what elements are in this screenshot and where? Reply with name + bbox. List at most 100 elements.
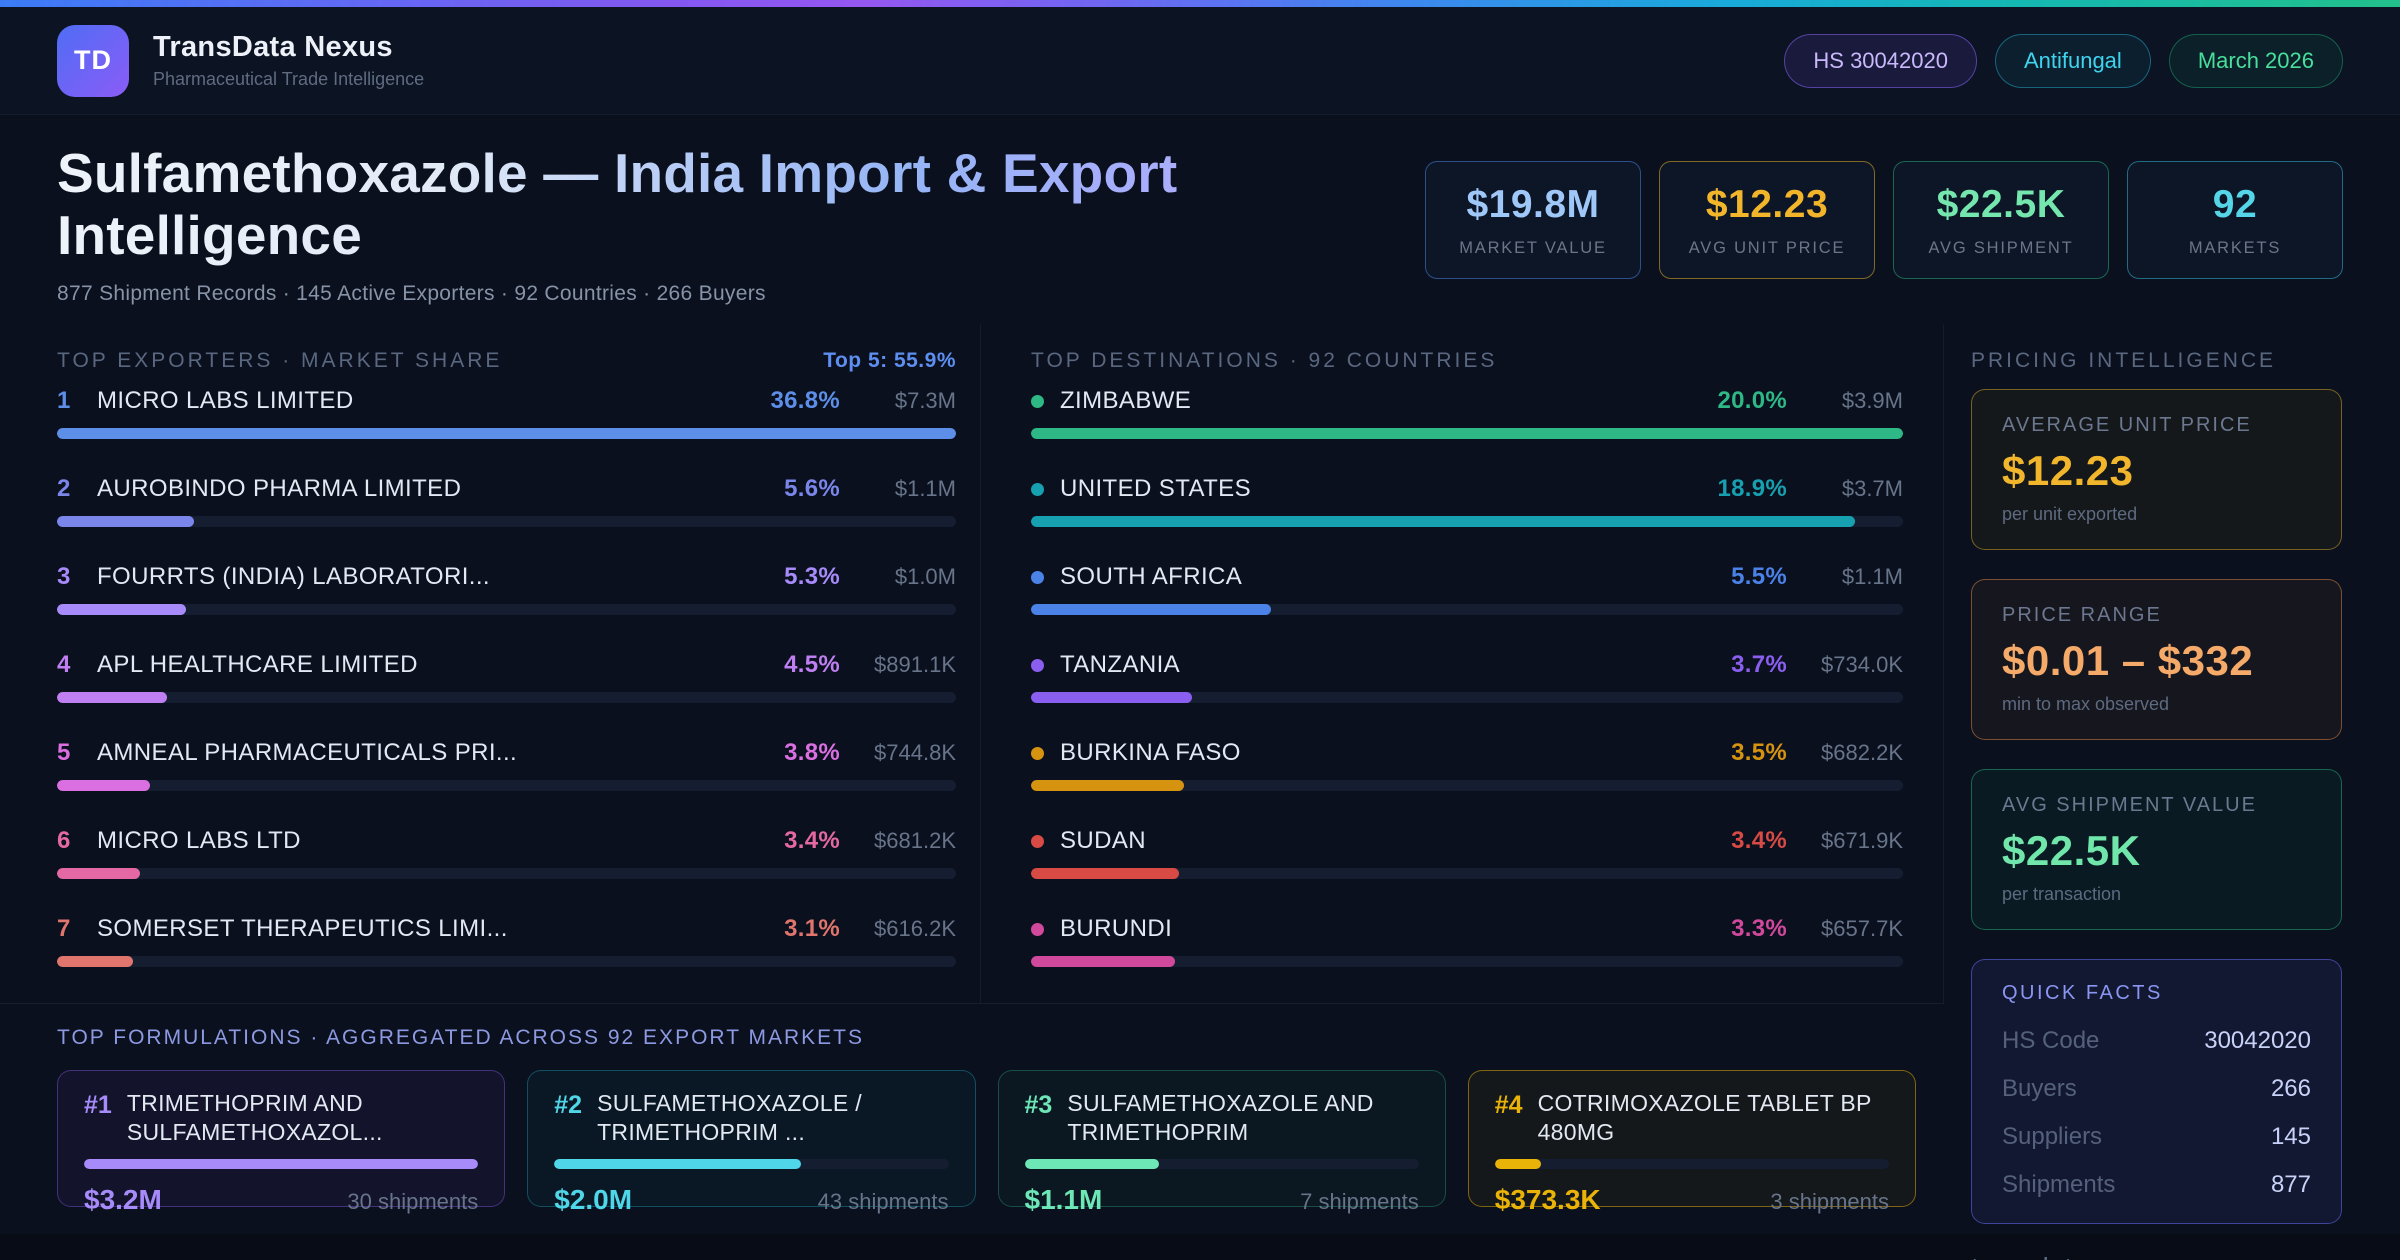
destination-row[interactable]: ZIMBABWE 20.0% $3.9M	[1031, 385, 1903, 440]
quick-facts-row-shipments: Shipments 877	[2002, 1161, 2311, 1209]
share-bar	[1031, 956, 1175, 968]
exporter-name: APL HEALTHCARE LIMITED	[97, 651, 418, 679]
exporter-rank: 4	[57, 651, 71, 679]
quick-facts-value: 145	[2270, 1123, 2311, 1151]
formulation-bar	[1024, 1159, 1159, 1170]
stat-card-avg-unit-price: $12.23 AVG UNIT PRICE	[1659, 161, 1875, 279]
price-card-label: AVERAGE UNIT PRICE	[2002, 414, 2252, 437]
exporter-name: MICRO LABS LTD	[97, 827, 301, 855]
formulation-shipments: 30 shipments	[347, 1189, 479, 1215]
share-bar-track	[57, 428, 956, 440]
exporter-name: AMNEAL PHARMACEUTICALS PRI...	[97, 739, 518, 767]
share-pct: 3.3%	[1731, 915, 1787, 943]
share-value: $7.3M	[894, 388, 956, 414]
share-bar	[1031, 516, 1856, 528]
site-link[interactable]: transdatanexus.com	[1971, 1252, 2342, 1260]
destination-row[interactable]: BURUNDI 3.3% $657.7K	[1031, 913, 1903, 968]
price-card-avg-shipment-value: AVG SHIPMENT VALUE $22.5K per transactio…	[1971, 769, 2342, 931]
share-bar	[1031, 868, 1180, 880]
share-bar	[1031, 428, 1903, 440]
badge-hs-code[interactable]: HS 30042020	[1784, 33, 1977, 88]
quick-facts-label: Shipments	[2002, 1171, 2116, 1199]
brand-name: TransData Nexus	[153, 31, 393, 63]
hero-left: Sulfamethoxazole — India Import & Export…	[57, 142, 1337, 306]
stat-value: $19.8M	[1466, 182, 1600, 226]
formulation-card[interactable]: #3 SULFAMETHOXAZOLE AND TRIMETHOPRIM $1.1M…	[997, 1070, 1446, 1215]
stat-card-market-value: $19.8M MARKET VALUE	[1425, 161, 1641, 279]
exporter-row[interactable]: 6 MICRO LABS LTD 3.4% $681.2K	[57, 825, 956, 880]
country-name: SUDAN	[1060, 827, 1147, 855]
formulation-rank: #2	[554, 1091, 583, 1120]
formulation-bar-track	[1494, 1159, 1889, 1170]
share-bar-track	[1031, 428, 1903, 440]
destination-row[interactable]: SUDAN 3.4% $671.9K	[1031, 825, 1903, 880]
country-name: UNITED STATES	[1060, 475, 1251, 503]
exporter-row[interactable]: 7 SOMERSET THERAPEUTICS LIMI... 3.1% $616.2…	[57, 913, 956, 968]
formulation-card[interactable]: #1 TRIMETHOPRIM AND SULFAMETHOXAZOL... $3.…	[57, 1070, 506, 1215]
destinations-heading: TOP DESTINATIONS · 92 COUNTRIES	[1031, 349, 1498, 373]
share-pct: 3.4%	[784, 827, 840, 855]
formulation-name: TRIMETHOPRIM AND SULFAMETHOXAZOL...	[126, 1090, 383, 1146]
formulation-card[interactable]: #4 COTRIMOXAZOLE TABLET BP 480MG $373.3K 3 …	[1467, 1070, 1916, 1215]
brand-block: TransData Nexus Pharmaceutical Trade Int…	[153, 31, 424, 90]
formulation-card[interactable]: #2 SULFAMETHOXAZOLE / TRIMETHOPRIM ... $2.…	[527, 1070, 976, 1215]
exporter-row[interactable]: 1 MICRO LABS LIMITED 36.8% $7.3M	[57, 385, 956, 440]
quick-facts-row-buyers: Buyers 266	[2002, 1065, 2311, 1113]
share-bar-track	[57, 516, 956, 528]
dashboard-page: TD TransData Nexus Pharmaceutical Trade …	[0, 0, 2400, 1260]
share-bar-track	[57, 604, 956, 616]
badge-category[interactable]: Antifungal	[1994, 33, 2151, 88]
share-value: $3.7M	[1841, 476, 1903, 502]
exporter-row[interactable]: 5 AMNEAL PHARMACEUTICALS PRI... 3.8% $744.8…	[57, 737, 956, 792]
quick-facts-row-suppliers: Suppliers 145	[2002, 1113, 2311, 1161]
destination-row[interactable]: TANZANIA 3.7% $734.0K	[1031, 649, 1903, 704]
destination-row[interactable]: BURKINA FASO 3.5% $682.2K	[1031, 737, 1903, 792]
price-card-value: $22.5K	[2002, 827, 2141, 875]
stat-label: AVG UNIT PRICE	[1688, 238, 1846, 257]
quick-facts-heading: QUICK FACTS	[2002, 982, 2163, 1005]
share-value: $657.7K	[1821, 916, 1903, 942]
share-bar-track	[1031, 604, 1903, 616]
exporter-row[interactable]: 2 AUROBINDO PHARMA LIMITED 5.6% $1.1M	[57, 473, 956, 528]
price-card-sub: min to max observed	[2002, 694, 2170, 715]
pricing-heading: PRICING INTELLIGENCE	[1971, 349, 2277, 373]
share-pct: 5.3%	[784, 563, 840, 591]
country-dot	[1031, 658, 1044, 672]
brand-logo[interactable]: TD	[57, 24, 129, 97]
exporter-rank: 2	[57, 475, 71, 503]
share-pct: 3.4%	[1731, 827, 1787, 855]
destination-rows: ZIMBABWE 20.0% $3.9M UNITED STATES 18.9% $3.7…	[1031, 385, 1903, 968]
price-card-average-unit-price: AVERAGE UNIT PRICE $12.23 per unit expor…	[1971, 389, 2342, 551]
share-bar	[57, 868, 140, 880]
exporter-name: AUROBINDO PHARMA LIMITED	[97, 475, 462, 503]
country-name: TANZANIA	[1060, 651, 1181, 679]
stat-card-avg-shipment: $22.5K AVG SHIPMENT	[1893, 161, 2109, 279]
share-value: $891.1K	[874, 652, 956, 678]
stat-value: $22.5K	[1936, 182, 2066, 226]
formulation-value: $3.2M	[84, 1184, 162, 1216]
destination-row[interactable]: UNITED STATES 18.9% $3.7M	[1031, 473, 1903, 528]
share-value: $3.9M	[1841, 388, 1903, 414]
share-bar-track	[1031, 780, 1903, 792]
share-value: $682.2K	[1821, 740, 1903, 766]
share-pct: 18.9%	[1717, 475, 1787, 503]
share-pct: 3.5%	[1731, 739, 1787, 767]
formulation-value: $2.0M	[554, 1184, 633, 1216]
formulation-bar	[1494, 1159, 1541, 1170]
formulation-bar	[84, 1159, 479, 1170]
share-bar	[57, 516, 194, 528]
exporter-rank: 6	[57, 827, 71, 855]
stat-card-markets: 92 MARKETS	[2127, 161, 2343, 279]
exporter-row[interactable]: 3 FOURRTS (INDIA) LABORATORI... 5.3% $1.0M	[57, 561, 956, 616]
share-bar-track	[57, 692, 956, 704]
formulation-bar	[554, 1159, 801, 1170]
exporter-rank: 3	[57, 563, 71, 591]
exporter-name: MICRO LABS LIMITED	[97, 387, 354, 415]
share-bar-track	[57, 780, 956, 792]
exporter-row[interactable]: 4 APL HEALTHCARE LIMITED 4.5% $891.1K	[57, 649, 956, 704]
quick-facts-label: Buyers	[2002, 1075, 2077, 1103]
formulation-name: COTRIMOXAZOLE TABLET BP 480MG	[1537, 1090, 1872, 1146]
destination-row[interactable]: SOUTH AFRICA 5.5% $1.1M	[1031, 561, 1903, 616]
badge-period[interactable]: March 2026	[2168, 33, 2343, 88]
quick-facts-value: 30042020	[2204, 1027, 2311, 1055]
